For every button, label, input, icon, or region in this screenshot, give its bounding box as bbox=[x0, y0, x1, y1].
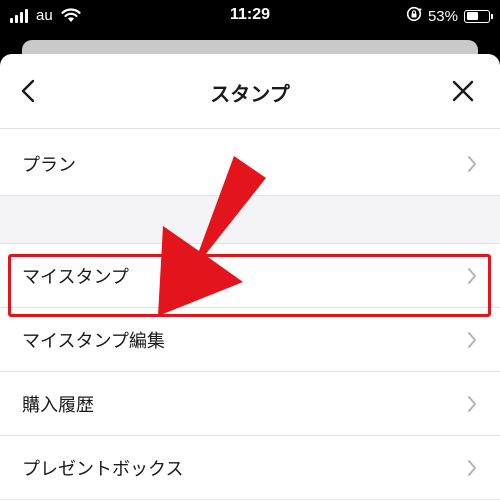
list-item-purchase-history[interactable]: 購入履歴 bbox=[0, 372, 500, 436]
battery-level-fill bbox=[466, 12, 478, 20]
list-item-label: 購入履歴 bbox=[22, 394, 94, 416]
chevron-right-icon bbox=[468, 395, 476, 412]
battery-icon bbox=[464, 9, 493, 23]
list-item-label: マイスタンプ編集 bbox=[22, 330, 165, 352]
section-gap bbox=[0, 196, 500, 244]
nav-divider bbox=[0, 128, 500, 129]
chevron-right-icon bbox=[468, 459, 476, 476]
chevron-right-icon bbox=[468, 155, 476, 172]
list-item-present-box[interactable]: プレゼントボックス bbox=[0, 436, 500, 500]
chevron-right-icon bbox=[468, 331, 476, 348]
list-item-label: プレゼントボックス bbox=[22, 458, 184, 480]
list-item-edit-my-stamps[interactable]: マイスタンプ編集 bbox=[0, 308, 500, 372]
status-bar: au 11:29 53% bbox=[0, 0, 500, 34]
status-right: 53% bbox=[406, 6, 493, 26]
page-title: スタンプ bbox=[210, 82, 290, 106]
rotation-lock-icon bbox=[406, 6, 422, 26]
close-button[interactable] bbox=[448, 76, 478, 106]
list-item-plan[interactable]: プラン bbox=[0, 132, 500, 196]
highlight-box bbox=[8, 254, 491, 317]
nav-bar: スタンプ bbox=[0, 54, 500, 128]
list-item-label: プラン bbox=[22, 154, 76, 176]
close-icon bbox=[452, 80, 474, 102]
battery-percent: 53% bbox=[427, 7, 458, 25]
